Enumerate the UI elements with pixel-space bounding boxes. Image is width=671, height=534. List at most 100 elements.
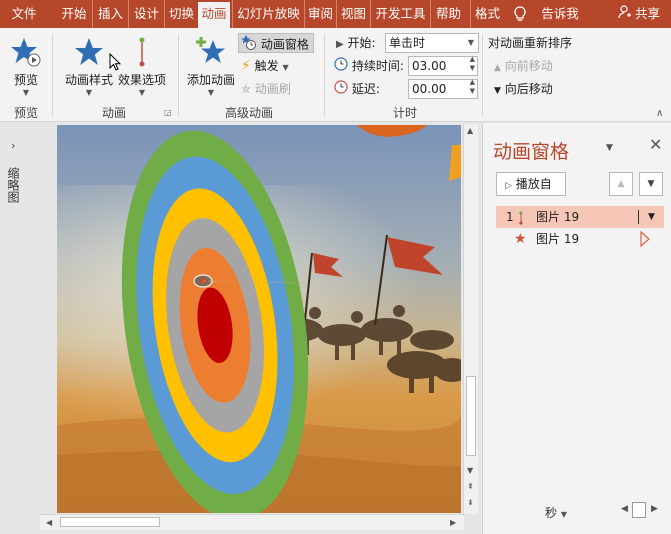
tab-file[interactable]: 文件: [4, 0, 44, 28]
animation-list-item[interactable]: ★ 图片 19: [496, 228, 664, 250]
tab-home[interactable]: 开始: [56, 0, 92, 28]
timeline-zoom-out-icon[interactable]: ◀: [621, 504, 628, 514]
move-up-button[interactable]: ▲: [609, 172, 633, 196]
animation-pane-title: 动画窗格: [493, 141, 570, 163]
preview-star-icon: [11, 38, 41, 67]
add-animation-caret-icon: ▼: [207, 88, 215, 97]
expand-chevron-icon[interactable]: ›: [11, 139, 15, 152]
tab-animations[interactable]: 动画: [198, 2, 230, 28]
move-later-button[interactable]: ▼ 向后移动: [494, 79, 570, 99]
group-label-animation: 动画: [101, 106, 126, 120]
start-label: ▶ 开始:: [336, 33, 386, 53]
animation-target-name: 图片 19: [536, 232, 580, 246]
slide-editor: [40, 123, 480, 534]
timeline-marker: [638, 210, 639, 224]
play-from-label: 播放自: [515, 177, 552, 191]
duration-stepper[interactable]: 03.00 ▲ ▼: [408, 55, 478, 76]
effect-options-button[interactable]: 效果选项 ▼: [116, 36, 168, 97]
animation-styles-caret-icon: ▼: [85, 88, 93, 97]
tab-view[interactable]: 视图: [336, 0, 370, 28]
animation-painter-label: 动画刷: [254, 82, 291, 96]
animation-pane-button[interactable]: 动画窗格: [238, 33, 314, 53]
animation-list-item[interactable]: 1 图片 19 ▼: [496, 206, 664, 228]
delay-value: 00.00: [412, 82, 447, 96]
pane-options-caret-icon[interactable]: ▼: [606, 143, 613, 153]
scroll-down-icon[interactable]: ▼: [467, 466, 473, 475]
play-triangle-icon: ▶: [336, 39, 344, 50]
group-label-preview: 预览: [13, 106, 38, 120]
stepper-arrows-icon[interactable]: ▲ ▼: [470, 78, 475, 96]
close-icon[interactable]: ✕: [649, 135, 662, 154]
scroll-right-icon[interactable]: ▶: [450, 518, 456, 527]
tab-transitions[interactable]: 切换: [164, 0, 198, 28]
timeline-bar-icon: [640, 230, 650, 254]
share-button[interactable]: 共享: [608, 0, 670, 28]
scroll-left-icon[interactable]: ◀: [46, 518, 52, 527]
duration-label: 持续时间:: [334, 56, 404, 76]
timeline-zoom-in-icon[interactable]: ▶: [651, 504, 658, 514]
reorder-title: 对动画重新排序: [488, 36, 573, 50]
slide-canvas[interactable]: [57, 125, 461, 513]
group-label-advanced: 高级动画: [224, 106, 273, 120]
tab-insert[interactable]: 插入: [92, 0, 128, 28]
thumbnail-pane-collapsed: › 缩略图: [0, 123, 40, 534]
timeline-unit-menu[interactable]: 秒 ▼: [545, 504, 567, 521]
previous-slide-icon[interactable]: ⇞: [467, 482, 474, 491]
mouse-cursor-icon: [109, 52, 122, 74]
trigger-caret-icon: ▼: [282, 63, 289, 72]
group-divider: [482, 34, 483, 116]
group-label-timing: 计时: [392, 106, 417, 120]
chevron-down-icon: ▼: [647, 179, 655, 189]
preview-label: 预览: [13, 73, 38, 87]
duration-label-text: 持续时间:: [351, 59, 404, 73]
preview-button[interactable]: 预览 ▼: [6, 36, 46, 97]
delay-label-text: 延迟:: [351, 82, 380, 96]
play-icon: ▷: [505, 181, 512, 191]
tab-format[interactable]: 格式: [470, 0, 504, 28]
horizontal-scrollbar[interactable]: ◀ ▶: [40, 514, 464, 530]
trigger-button[interactable]: ⚡ 触发 ▼: [241, 56, 301, 76]
tab-review[interactable]: 审阅: [304, 0, 336, 28]
lightning-icon: ⚡: [241, 58, 251, 74]
horizontal-scroll-thumb[interactable]: [60, 517, 160, 527]
animation-pane: 动画窗格 ▼ ✕ ▷ 播放自 ▲ ▼ 1 图片 19 ▼ ★ 图片 19 秒 ▼…: [482, 123, 671, 534]
start-select[interactable]: 单击时 ▼: [385, 33, 479, 53]
stepper-arrows-icon[interactable]: ▲ ▼: [470, 55, 475, 73]
timeline-zoom-box[interactable]: [632, 502, 646, 518]
vertical-scroll-thumb[interactable]: [466, 376, 476, 456]
delay-clock-icon: [334, 79, 348, 100]
move-down-button[interactable]: ▼: [639, 172, 663, 196]
dialog-launcher-icon[interactable]: ◲: [164, 108, 172, 117]
animation-target-name: 图片 19: [536, 210, 580, 224]
tab-design[interactable]: 设计: [128, 0, 164, 28]
add-star-icon: [196, 37, 225, 63]
group-divider: [324, 34, 325, 116]
tab-slideshow[interactable]: 幻灯片放映: [232, 0, 304, 28]
animation-painter-button[interactable]: ✮ 动画刷: [241, 79, 305, 99]
animation-index: 1: [506, 210, 514, 224]
play-from-button[interactable]: ▷ 播放自: [496, 172, 566, 196]
ribbon: 预览 ▼ 预览 动画样式 ▼ 效果选项 ▼ 动画 ◲ 添加动画 ▼ 动画窗格 ⚡…: [0, 28, 671, 122]
slide-background: [57, 125, 461, 513]
tell-me-search[interactable]: 告诉我: [534, 0, 586, 28]
item-caret-icon[interactable]: ▼: [648, 206, 655, 228]
lightbulb-icon[interactable]: [510, 0, 530, 28]
next-slide-icon[interactable]: ⇟: [467, 498, 474, 507]
add-animation-button[interactable]: 添加动画 ▼: [184, 36, 238, 97]
tab-help[interactable]: 帮助: [430, 0, 466, 28]
tab-developer[interactable]: 开发工具: [370, 0, 430, 28]
move-earlier-button[interactable]: ▲ 向前移动: [494, 56, 570, 76]
timeline-unit-label: 秒: [545, 506, 558, 520]
timeline-unit-caret-icon: ▼: [560, 510, 567, 519]
person-add-icon: [618, 1, 632, 29]
scroll-up-icon[interactable]: ▲: [467, 126, 473, 135]
chevron-up-icon: ▲: [617, 179, 625, 189]
vertical-scrollbar[interactable]: ▲ ▼ ⇞ ⇟: [463, 124, 478, 514]
delay-stepper[interactable]: 00.00 ▲ ▼: [408, 78, 478, 99]
thumbnail-pane-label[interactable]: 缩略图: [6, 167, 22, 203]
start-label-text: 开始:: [347, 36, 376, 50]
group-divider: [178, 34, 179, 116]
start-value: 单击时: [389, 36, 426, 50]
collapse-ribbon-icon[interactable]: ∧: [656, 108, 663, 119]
triangle-down-icon: ▼: [494, 86, 501, 96]
